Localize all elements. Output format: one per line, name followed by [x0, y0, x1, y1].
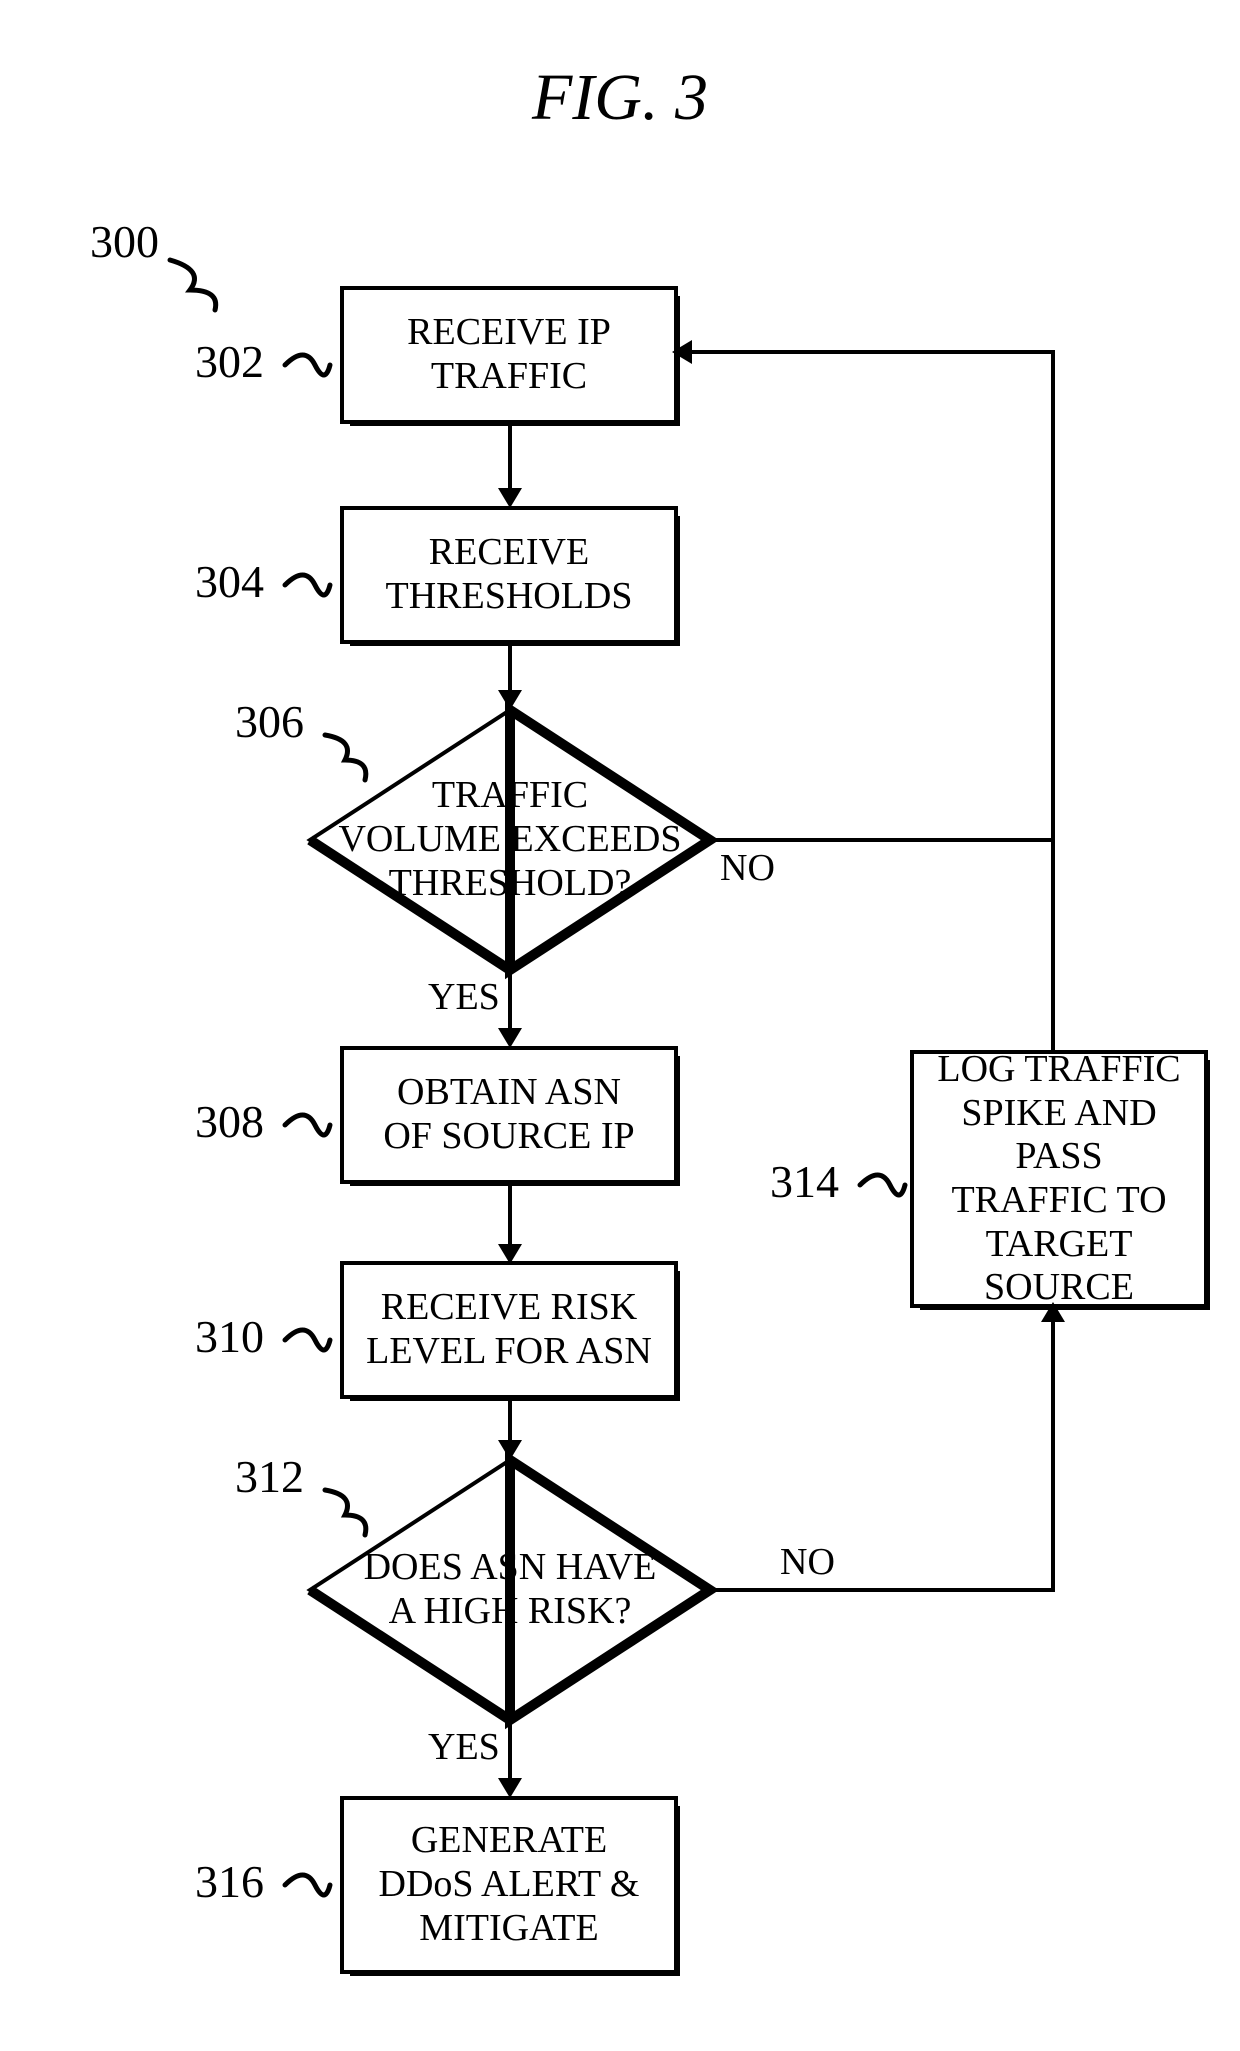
process-316: GENERATE DDoS ALERT & MITIGATE: [340, 1796, 678, 1974]
arrowhead-icon: [498, 690, 522, 710]
arrowhead-icon: [1041, 1302, 1065, 1322]
figure-title: FIG. 3: [0, 60, 1240, 136]
arrowhead-icon: [498, 1028, 522, 1048]
flow-arrow: [508, 640, 512, 692]
process-310: RECEIVE RISK LEVEL FOR ASN: [340, 1261, 678, 1399]
label-304: 304: [195, 555, 264, 608]
arrowhead-icon: [498, 1440, 522, 1460]
label-302: 302: [195, 335, 264, 388]
label-314: 314: [770, 1155, 839, 1208]
label-300: 300: [90, 215, 159, 268]
flow-arrow: [508, 972, 512, 1030]
flow-arrow: [710, 1588, 1055, 1592]
flow-arrow: [508, 1180, 512, 1246]
flow-arrow: [1051, 842, 1055, 1050]
edge-label-no: NO: [720, 846, 775, 890]
decision-306: TRAFFIC VOLUME EXCEEDS THRESHOLD?: [300, 700, 720, 980]
label-312: 312: [235, 1450, 304, 1503]
flow-arrow: [710, 838, 1055, 842]
arrowhead-icon: [498, 1244, 522, 1264]
flow-arrow: [1051, 1320, 1055, 1592]
arrowhead-icon: [498, 1778, 522, 1798]
flow-arrow: [508, 420, 512, 490]
process-304: RECEIVE THRESHOLDS: [340, 506, 678, 644]
flow-arrow: [690, 350, 1055, 354]
flow-arrow: [508, 1395, 512, 1442]
edge-label-yes: YES: [428, 1725, 500, 1769]
arrowhead-icon: [498, 488, 522, 508]
curly-icon: [855, 1165, 910, 1205]
flow-arrow: [508, 1722, 512, 1780]
curly-icon: [280, 1105, 335, 1145]
curly-icon: [280, 1320, 335, 1360]
curly-icon: [280, 1865, 335, 1905]
process-314: LOG TRAFFIC SPIKE AND PASS TRAFFIC TO TA…: [910, 1050, 1208, 1308]
process-302: RECEIVE IP TRAFFIC: [340, 286, 678, 424]
label-306: 306: [235, 695, 304, 748]
flow-arrow: [1051, 350, 1055, 842]
decision-312: DOES ASN HAVE A HIGH RISK?: [300, 1450, 720, 1730]
curly-icon: [280, 565, 335, 605]
curly-icon: [165, 255, 225, 315]
arrowhead-icon: [672, 340, 692, 364]
edge-label-yes: YES: [428, 975, 500, 1019]
label-308: 308: [195, 1095, 264, 1148]
process-308: OBTAIN ASN OF SOURCE IP: [340, 1046, 678, 1184]
label-310: 310: [195, 1310, 264, 1363]
edge-label-no: NO: [780, 1540, 835, 1584]
curly-icon: [280, 345, 335, 385]
label-316: 316: [195, 1855, 264, 1908]
